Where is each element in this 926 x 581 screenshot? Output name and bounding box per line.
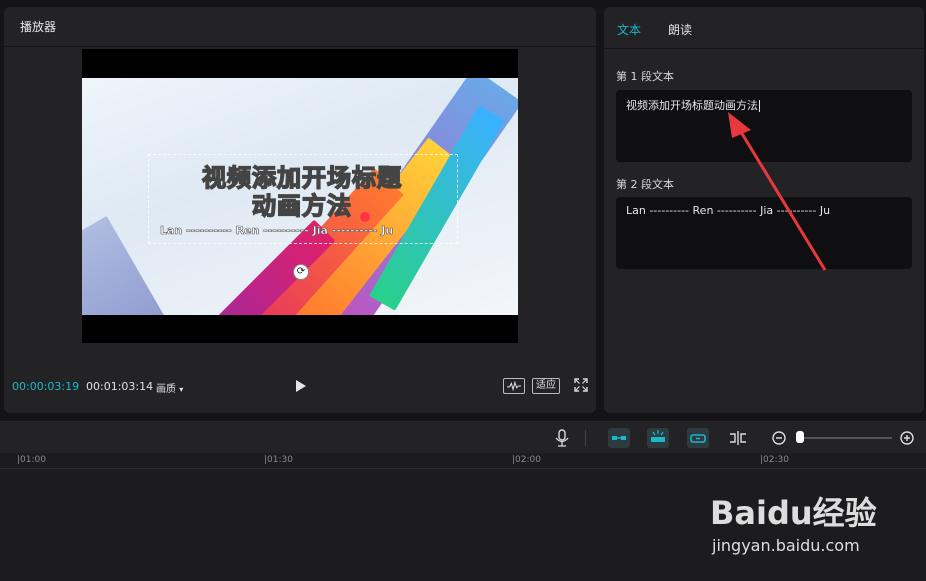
tab-text[interactable]: 文本 [617, 21, 641, 38]
text-panel: 文本 朗读 第 1 段文本 视频添加开场标题动画方法 第 2 段文本 Lan -… [604, 7, 924, 413]
zoom-slider-track[interactable] [798, 437, 892, 439]
magnet-snap-icon[interactable] [608, 428, 630, 448]
zoom-out-icon[interactable] [769, 428, 789, 448]
video-subtitle: Lan ---------- Ren ---------- Jia ------… [160, 224, 394, 238]
ruler-label: |01:30 [264, 455, 293, 465]
ruler-label: |02:00 [512, 455, 541, 465]
player-panel: 播放器 视频添加开场标题 动画方法 Lan ---------- Ren ---… [4, 7, 596, 413]
current-time: 00:00:03:19 [12, 380, 80, 393]
fullscreen-icon[interactable] [574, 378, 588, 392]
microphone-icon[interactable] [551, 428, 573, 448]
quality-dropdown[interactable]: 画质 ▾ [156, 380, 183, 395]
split-icon[interactable] [727, 428, 749, 448]
fit-button[interactable]: 适应 [532, 378, 560, 394]
section-1-textbox[interactable]: 视频添加开场标题动画方法 [616, 90, 912, 162]
tab-read-aloud[interactable]: 朗读 [668, 21, 692, 38]
section-2-label: 第 2 段文本 [616, 178, 674, 191]
link-icon[interactable] [687, 428, 709, 448]
player-controls: 00:00:03:19 00:01:03:14 画质 ▾ 适应 [4, 371, 596, 401]
section-1-label: 第 1 段文本 [616, 70, 674, 83]
section-2-value: Lan ---------- Ren ---------- Jia ------… [626, 204, 831, 217]
watermark-url: jingyan.baidu.com [712, 536, 860, 555]
watermark-brand: Baidu经验 [710, 494, 877, 532]
caret-down-icon: ▾ [179, 385, 184, 394]
ruler-label: |02:30 [760, 455, 789, 465]
play-icon[interactable] [293, 379, 307, 393]
video-title-line2: 动画方法 [251, 191, 352, 221]
toolbar-divider [585, 430, 586, 446]
zoom-slider-knob[interactable] [796, 431, 804, 443]
section-1-value: 视频添加开场标题动画方法 [626, 99, 758, 112]
video-preview[interactable]: 视频添加开场标题 动画方法 Lan ---------- Ren -------… [82, 49, 518, 343]
text-panel-tabs: 文本 朗读 [604, 7, 924, 49]
text-caret [759, 100, 760, 112]
waveform-icon[interactable] [503, 378, 525, 394]
player-title: 播放器 [4, 7, 596, 47]
auto-snap-icon[interactable] [647, 428, 669, 448]
anchor-dot[interactable] [360, 212, 370, 222]
timeline-toolbar [0, 422, 926, 453]
rotate-handle-icon[interactable]: ⟳ [293, 264, 309, 280]
quality-label: 画质 [156, 384, 176, 395]
video-frame[interactable]: 视频添加开场标题 动画方法 Lan ---------- Ren -------… [82, 78, 518, 315]
baidu-watermark: Baidu经验 jingyan.baidu.com [710, 480, 920, 560]
section-2-textbox[interactable]: Lan ---------- Ren ---------- Jia ------… [616, 197, 912, 269]
total-time: 00:01:03:14 [86, 380, 154, 393]
zoom-in-icon[interactable] [897, 428, 917, 448]
app-root: 播放器 视频添加开场标题 动画方法 Lan ---------- Ren ---… [0, 0, 926, 581]
timeline-ruler[interactable]: |01:00 |01:30 |02:00 |02:30 [0, 453, 926, 469]
ruler-label: |01:00 [17, 455, 46, 465]
